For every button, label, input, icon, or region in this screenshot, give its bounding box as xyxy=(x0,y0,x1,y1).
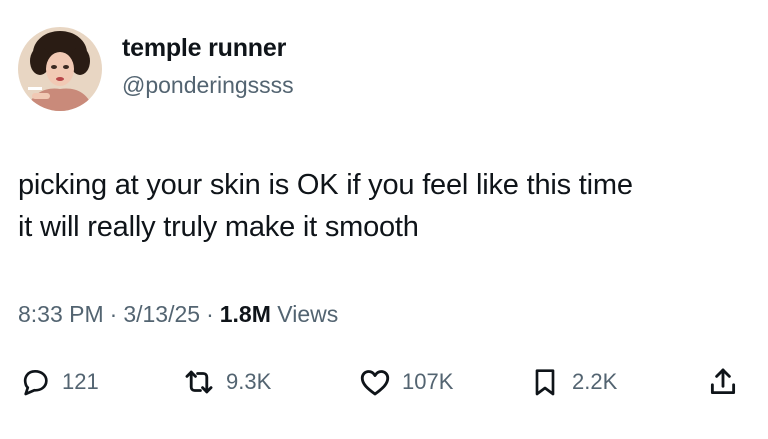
author-handle[interactable]: @ponderingssss xyxy=(122,72,294,99)
tweet-text: picking at your skin is OK if you feel l… xyxy=(18,164,753,248)
repost-button[interactable]: 9.3K xyxy=(182,360,271,404)
author-display-name[interactable]: temple runner xyxy=(122,34,286,63)
reply-icon xyxy=(18,365,52,399)
tweet-time[interactable]: 8:33 PM xyxy=(18,301,104,327)
avatar-image xyxy=(18,27,102,111)
views-label: Views xyxy=(277,301,339,327)
tweet-meta: 8:33 PM · 3/13/25 · 1.8M Views xyxy=(18,301,338,328)
tweet-date[interactable]: 3/13/25 xyxy=(123,301,200,327)
action-bar: 121 9.3K 107K 2.2K xyxy=(0,360,768,404)
bookmark-count: 2.2K xyxy=(572,369,618,394)
bookmark-button[interactable]: 2.2K xyxy=(528,360,617,404)
like-button[interactable]: 107K xyxy=(358,360,453,404)
like-count: 107K xyxy=(402,369,454,394)
reply-button[interactable]: 121 xyxy=(18,360,99,404)
share-button[interactable] xyxy=(706,360,740,404)
heart-icon xyxy=(358,365,392,399)
repost-icon xyxy=(182,365,216,399)
repost-count: 9.3K xyxy=(226,369,272,394)
reply-count: 121 xyxy=(62,369,99,394)
meta-separator: · xyxy=(206,301,214,327)
tweet-text-line-2: it will really truly make it smooth xyxy=(18,211,419,243)
share-icon xyxy=(706,365,740,399)
avatar[interactable] xyxy=(18,27,102,111)
views-count: 1.8M xyxy=(219,301,271,327)
tweet-text-line-1: picking at your skin is OK if you feel l… xyxy=(18,169,633,201)
bookmark-icon xyxy=(528,365,562,399)
meta-separator: · xyxy=(109,301,118,327)
